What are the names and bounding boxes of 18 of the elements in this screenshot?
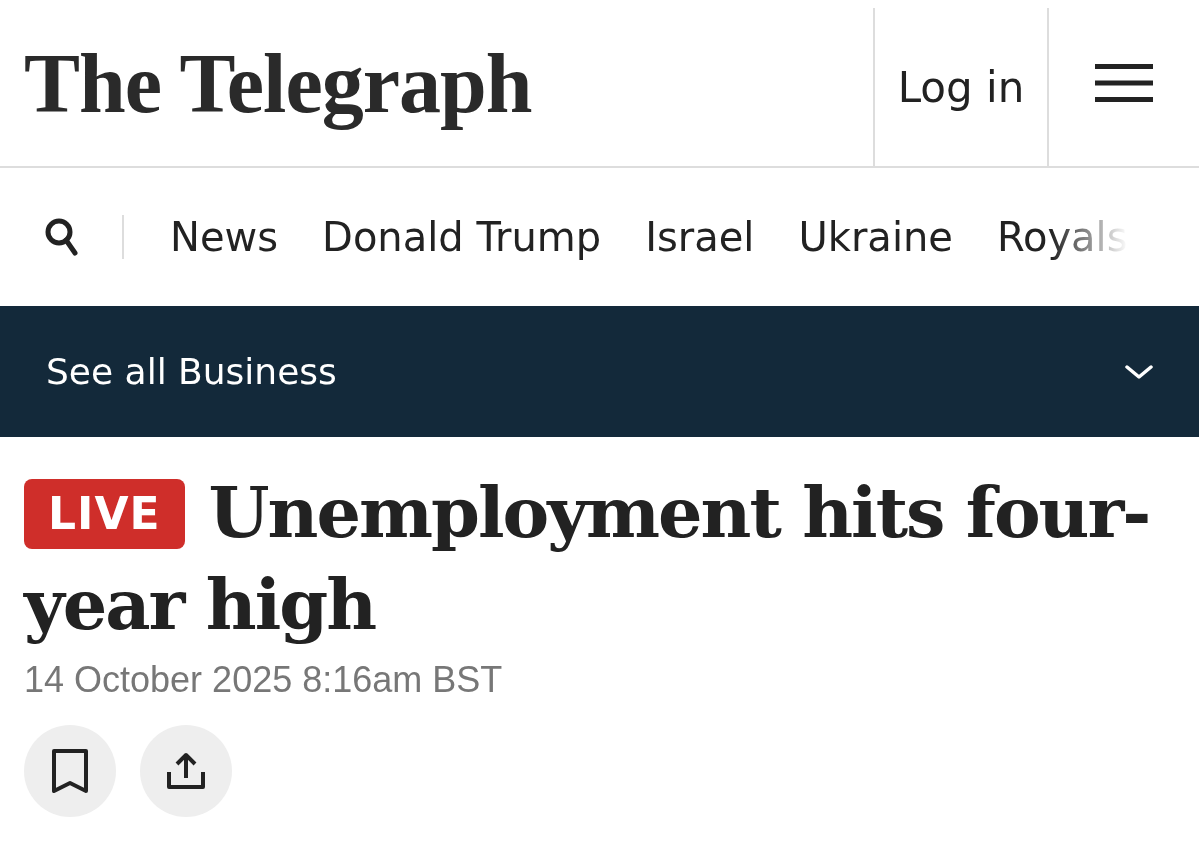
section-bar[interactable]: See all Business	[0, 306, 1199, 437]
nav-link[interactable]: Israel	[645, 214, 755, 260]
publish-date: 14 October 2025 8:16am BST	[24, 659, 504, 701]
menu-icon	[1095, 63, 1153, 103]
nav-link[interactable]: Royals	[996, 214, 1128, 260]
nav-link[interactable]: Donald Trump	[322, 214, 602, 260]
share-icon	[166, 752, 206, 790]
chevron-down-icon	[1125, 363, 1153, 380]
search-icon	[44, 217, 78, 257]
search-button[interactable]	[44, 217, 78, 257]
bookmark-icon	[51, 748, 89, 794]
nav-link[interactable]: Ukraine	[798, 214, 953, 260]
nav-link[interactable]: News	[170, 214, 279, 260]
site-logo[interactable]: The Telegraph	[0, 0, 873, 166]
login-button[interactable]: Log in	[873, 8, 1049, 166]
section-label: See all Business	[46, 351, 337, 392]
headline: LIVE Unemployment hits four-year high	[24, 470, 1151, 648]
live-badge: LIVE	[24, 479, 185, 549]
